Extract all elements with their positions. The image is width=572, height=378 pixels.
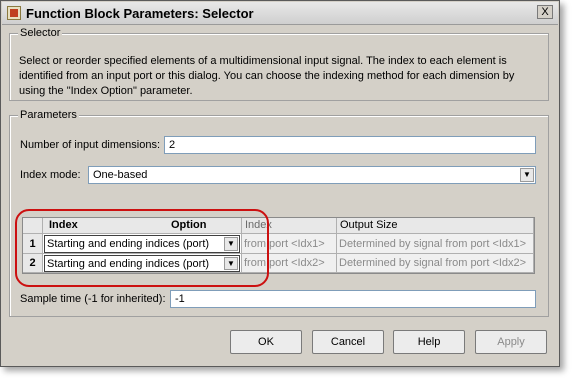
chevron-down-icon[interactable]: ▼ (224, 257, 238, 270)
row-number: 1 (23, 234, 43, 254)
parameters-legend: Parameters (18, 109, 79, 121)
index-option-select[interactable]: Starting and ending indices (port) ▼ (44, 235, 240, 253)
index-mode-label: Index mode: (20, 169, 81, 181)
index-option-value: Starting and ending indices (port) (47, 238, 210, 250)
header-option: Option (171, 219, 207, 231)
chevron-down-icon[interactable]: ▼ (224, 237, 238, 251)
window-title: Function Block Parameters: Selector (26, 6, 254, 21)
sample-time-label: Sample time (-1 for inherited): (20, 293, 166, 305)
help-button[interactable]: Help (393, 330, 465, 354)
title-bar[interactable]: Function Block Parameters: Selector X (2, 2, 558, 25)
index-cell: from port <Idx1> (242, 234, 337, 254)
index-cell: from port <Idx2> (242, 254, 337, 273)
num-dims-input[interactable]: 2 (164, 136, 536, 154)
cancel-button[interactable]: Cancel (312, 330, 384, 354)
table-row: Starting and ending indices (port) ▼ (43, 234, 242, 254)
header-output-size: Output Size (337, 218, 534, 234)
close-button[interactable]: X (537, 5, 553, 19)
header-index-option: Index Option (43, 218, 242, 234)
header-index: Index (49, 219, 78, 231)
output-size-cell: Determined by signal from port <Idx2> (337, 254, 534, 273)
selector-legend: Selector (18, 27, 63, 39)
table-corner (23, 218, 43, 234)
apply-button[interactable]: Apply (475, 330, 547, 354)
index-mode-value: One-based (93, 169, 148, 181)
index-option-table: Index Option Index Output Size 1 Startin… (22, 217, 535, 274)
simulink-block-icon (7, 6, 21, 20)
index-option-select[interactable]: Starting and ending indices (port) ▼ (44, 255, 240, 272)
selector-description: Select or reorder specified elements of … (19, 55, 515, 97)
dialog-window: Function Block Parameters: Selector X Se… (0, 0, 560, 367)
selector-group: Selector Select or reorder specified ele… (9, 27, 549, 101)
output-size-cell: Determined by signal from port <Idx1> (337, 234, 534, 254)
row-number: 2 (23, 254, 43, 273)
index-option-value: Starting and ending indices (port) (47, 258, 210, 270)
table-row: Starting and ending indices (port) ▼ (43, 254, 242, 273)
chevron-down-icon[interactable]: ▼ (520, 168, 534, 182)
sample-time-input[interactable]: -1 (170, 290, 536, 308)
ok-button[interactable]: OK (230, 330, 302, 354)
header-index-value: Index (242, 218, 337, 234)
index-mode-select[interactable]: One-based ▼ (88, 166, 536, 184)
num-dims-label: Number of input dimensions: (20, 139, 161, 151)
